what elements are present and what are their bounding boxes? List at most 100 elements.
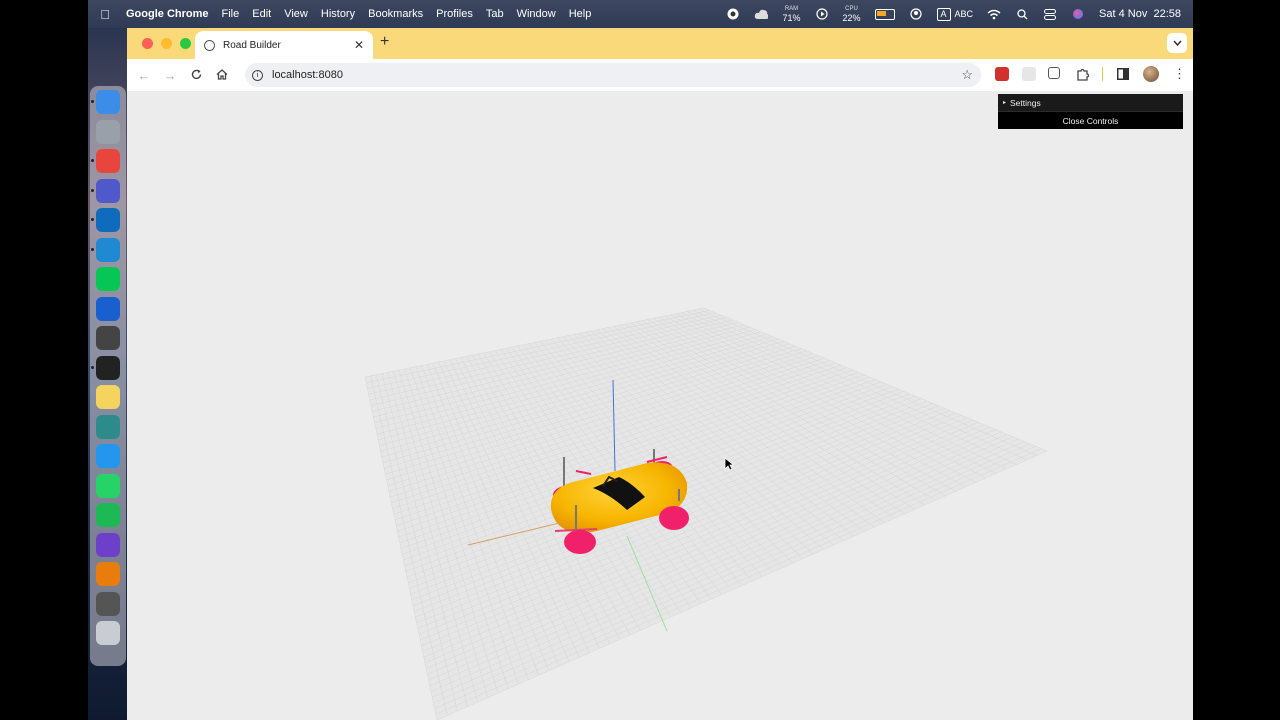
menubar-clock[interactable]: Sat 4 Nov 22:58 [1099, 8, 1181, 20]
wheel-front-right [659, 506, 689, 530]
chevron-down-icon [1172, 40, 1182, 46]
running-indicator [91, 188, 94, 192]
letterbox-right [1193, 0, 1280, 720]
bookmark-star-icon[interactable]: ☆ [961, 67, 973, 83]
dock-trash-icon[interactable] [96, 621, 120, 645]
globe-icon [204, 39, 215, 51]
address-bar[interactable]: i localhost:8080 ☆ [245, 63, 981, 87]
dock-whatsapp-icon[interactable] [96, 473, 120, 498]
extension-red-icon[interactable] [995, 67, 1009, 81]
ground-grid [364, 307, 1048, 720]
chrome-menu-icon[interactable]: ⋮ [1173, 66, 1186, 82]
control-center-icon[interactable] [1043, 8, 1057, 20]
dock-activity-icon[interactable] [96, 414, 120, 439]
dock-calculator-icon[interactable] [96, 591, 120, 616]
cpu-value: 22% [842, 13, 861, 23]
menu-window[interactable]: Window [517, 8, 556, 20]
extensions-puzzle-icon[interactable] [1076, 67, 1090, 81]
chrome-window: Road Builder ✕ + ← → i localhost:8080 ☆ [127, 28, 1193, 720]
menu-history[interactable]: History [321, 8, 355, 20]
siri-icon[interactable] [1071, 8, 1085, 20]
dock-unity-icon[interactable] [96, 326, 120, 350]
home-button[interactable] [209, 68, 235, 83]
back-button[interactable]: ← [131, 68, 157, 83]
reload-button[interactable] [183, 68, 209, 83]
menu-bookmarks[interactable]: Bookmarks [368, 8, 423, 20]
dock-spotify-icon[interactable] [96, 503, 120, 527]
dock-teams-icon[interactable] [91, 178, 120, 203]
spotlight-search-icon[interactable] [1015, 8, 1029, 20]
running-indicator [91, 218, 94, 221]
toolbar-divider [1102, 67, 1103, 81]
user-circle-icon[interactable] [909, 8, 923, 20]
reload-icon [191, 69, 201, 79]
settings-folder[interactable]: ▸ Settings [998, 94, 1183, 112]
window-close-button[interactable] [142, 38, 153, 49]
input-badge: A [936, 7, 951, 21]
tab-title: Road Builder [223, 39, 281, 51]
home-icon [216, 68, 228, 80]
dock-github-desktop-icon[interactable] [96, 532, 120, 557]
running-indicator [91, 100, 94, 103]
forward-button[interactable]: → [157, 68, 183, 83]
battery-icon[interactable] [874, 8, 895, 20]
running-indicator [91, 247, 94, 251]
dock-line-icon[interactable] [96, 267, 120, 291]
dock-blender-icon[interactable] [96, 562, 120, 586]
dock-finder-icon[interactable] [91, 90, 120, 114]
url-text: localhost:8080 [272, 69, 343, 81]
menu-file[interactable]: File [222, 8, 240, 20]
settings-label: Settings [1010, 97, 1041, 108]
running-indicator [91, 365, 94, 369]
tab-search-button[interactable] [1167, 33, 1187, 53]
dock-outlook-icon[interactable] [91, 208, 120, 232]
site-info-icon[interactable]: i [252, 69, 263, 81]
close-controls-button[interactable]: Close Controls [998, 112, 1183, 129]
menu-tab[interactable]: Tab [486, 8, 504, 20]
record-icon[interactable] [726, 8, 740, 20]
menu-view[interactable]: View [284, 8, 308, 20]
side-panel-icon[interactable] [1117, 67, 1131, 81]
menu-help[interactable]: Help [569, 8, 592, 20]
dock-launchpad-icon[interactable] [96, 119, 120, 144]
wheel-front-left [564, 530, 596, 554]
scene-canvas[interactable] [127, 91, 1193, 720]
dock-notes-icon[interactable] [96, 385, 120, 409]
extension-grey-icon[interactable] [1022, 67, 1036, 81]
browser-toolbar: ← → i localhost:8080 ☆ ⋮ [127, 59, 1193, 91]
window-maximize-button[interactable] [180, 38, 191, 49]
tab-road-builder[interactable]: Road Builder ✕ [195, 31, 373, 59]
apple-menu-icon[interactable]:  [98, 7, 112, 22]
macos-menubar:  Google Chrome File Edit View History B… [88, 0, 1193, 28]
mouse-cursor-icon [724, 457, 734, 471]
macos-dock [90, 86, 126, 666]
window-minimize-button[interactable] [161, 38, 172, 49]
wifi-icon[interactable] [987, 8, 1001, 20]
menubar-status-area: RAM 71% CPU 22% A ABC Sat 4 Nov 22:58 [726, 0, 1181, 28]
ram-indicator[interactable]: RAM 71% [782, 5, 800, 23]
folder-caret-icon: ▸ [1003, 100, 1007, 106]
input-source-menu[interactable]: A ABC [936, 7, 974, 21]
menu-edit[interactable]: Edit [252, 8, 271, 20]
window-controls [142, 38, 191, 49]
dock-chrome-icon[interactable] [91, 149, 120, 173]
tab-close-icon[interactable]: ✕ [354, 38, 364, 52]
dock-vscode-icon[interactable] [91, 237, 120, 262]
cpu-indicator[interactable]: CPU 22% [843, 5, 861, 23]
dock-docker-icon[interactable] [96, 444, 120, 468]
running-indicator [91, 159, 94, 162]
dock-maps-pin-icon[interactable] [96, 296, 120, 321]
menu-profiles[interactable]: Profiles [436, 8, 473, 20]
tab-strip: Road Builder ✕ + [127, 28, 1193, 59]
new-tab-button[interactable]: + [380, 33, 389, 51]
cloud-icon[interactable] [754, 8, 769, 20]
dock-terminal-icon[interactable] [91, 355, 120, 380]
play-circle-icon[interactable] [815, 8, 829, 20]
letterbox-left [0, 0, 88, 720]
menu-app-name[interactable]: Google Chrome [126, 8, 209, 20]
extension-shield-icon[interactable] [1048, 67, 1060, 79]
profile-avatar[interactable] [1143, 66, 1159, 82]
threejs-viewport[interactable]: ▸ Settings Close Controls [127, 91, 1193, 720]
dat-gui-panel: ▸ Settings Close Controls [998, 94, 1183, 129]
input-source-label: ABC [954, 9, 974, 19]
